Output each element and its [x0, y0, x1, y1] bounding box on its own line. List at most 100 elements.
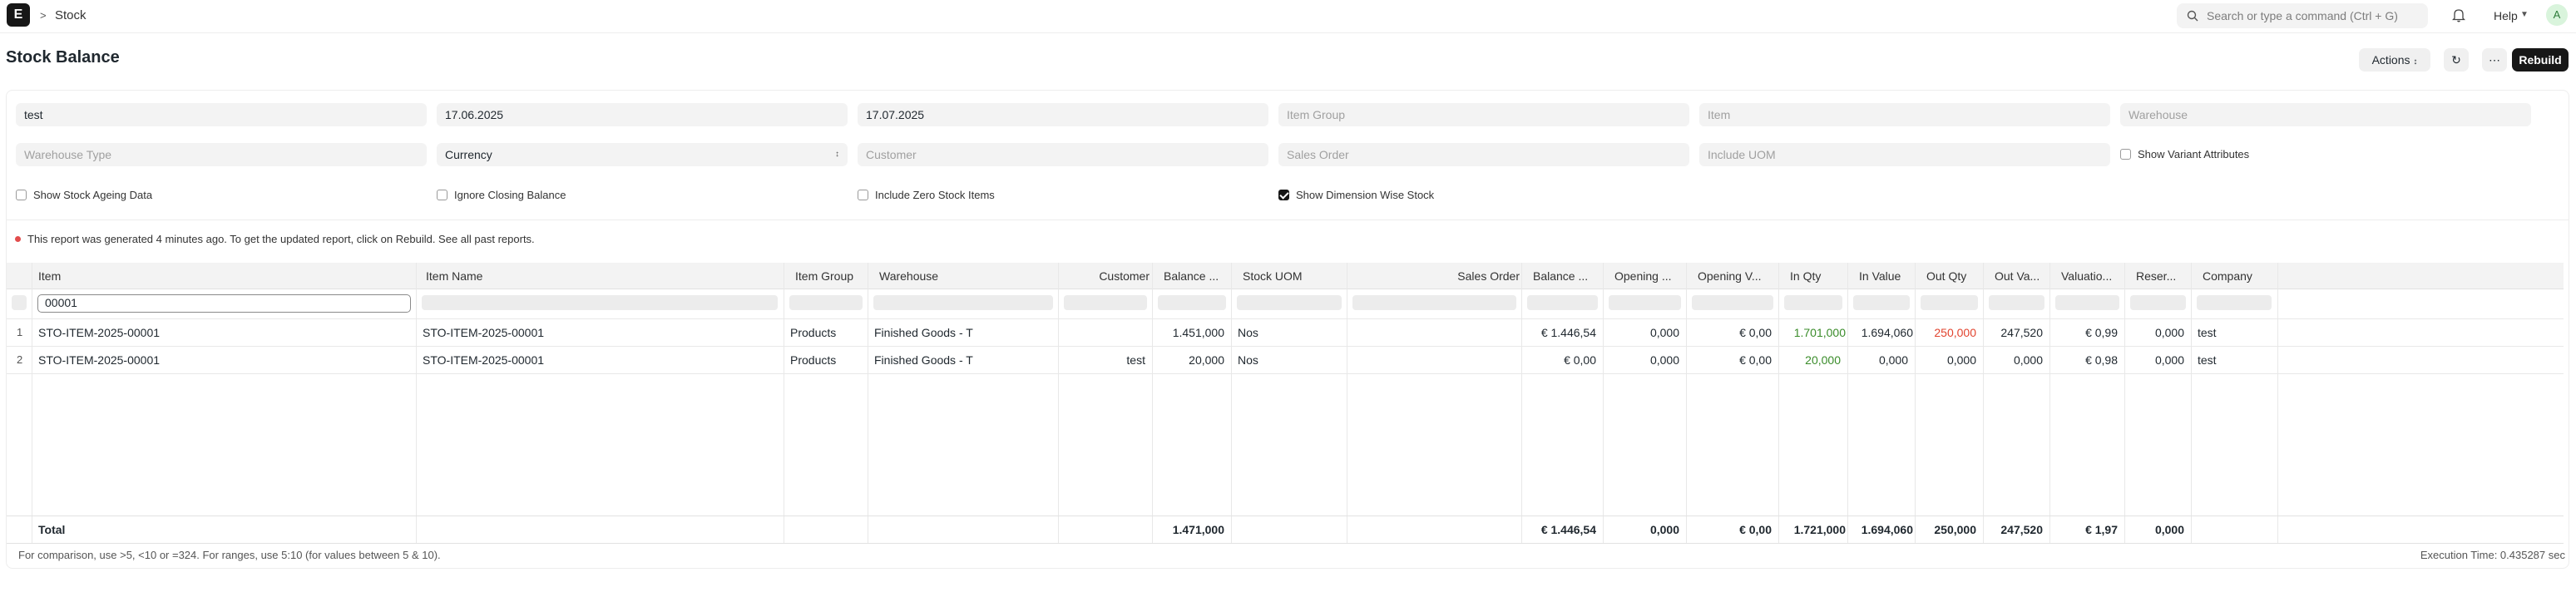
- cell-item-group[interactable]: Products: [784, 319, 867, 346]
- checkbox-box[interactable]: [2120, 149, 2131, 160]
- cell-balance-qty[interactable]: 1.451,000: [1152, 319, 1231, 346]
- cell-customer[interactable]: [1058, 319, 1152, 346]
- table-row[interactable]: 2 STO-ITEM-2025-00001 STO-ITEM-2025-0000…: [7, 347, 2564, 374]
- col-header-in-qty[interactable]: In Qty: [1783, 263, 1853, 289]
- item-name-filter[interactable]: [422, 295, 778, 310]
- col-header-warehouse[interactable]: Warehouse: [873, 263, 1056, 289]
- col-header-balance-value[interactable]: Balance ...: [1526, 263, 1609, 289]
- stock-uom-filter[interactable]: [1237, 295, 1342, 310]
- cell-in-qty[interactable]: 20,000: [1778, 347, 1847, 373]
- include-zero-stock-checkbox[interactable]: Include Zero Stock Items: [858, 189, 995, 202]
- include-uom-field[interactable]: Include UOM: [1699, 143, 2110, 166]
- balance-qty-filter[interactable]: [1158, 295, 1226, 310]
- item-field[interactable]: Item: [1699, 103, 2110, 126]
- cell-sales-order[interactable]: [1347, 319, 1521, 346]
- cell-item[interactable]: STO-ITEM-2025-00001: [32, 347, 414, 373]
- show-stock-ageing-checkbox[interactable]: Show Stock Ageing Data: [16, 189, 152, 202]
- cell-opening-value[interactable]: € 0,00: [1686, 347, 1778, 373]
- show-variant-attributes-checkbox[interactable]: Show Variant Attributes: [2120, 148, 2249, 161]
- col-header-out-value[interactable]: Out Va...: [1988, 263, 2054, 289]
- col-header-item-name[interactable]: Item Name: [419, 263, 602, 289]
- search-bar[interactable]: Search or type a command (Ctrl + G): [2177, 3, 2428, 28]
- ignore-closing-balance-checkbox[interactable]: Ignore Closing Balance: [437, 189, 566, 202]
- cell-in-value[interactable]: 0,000: [1847, 347, 1915, 373]
- from-date-field[interactable]: 17.06.2025: [437, 103, 848, 126]
- cell-customer[interactable]: test: [1058, 347, 1152, 373]
- col-header-out-qty[interactable]: Out Qty: [1920, 263, 1986, 289]
- col-header-opening-value[interactable]: Opening V...: [1691, 263, 1782, 289]
- in-value-filter[interactable]: [1853, 295, 1910, 310]
- currency-select[interactable]: Currency ↕: [437, 143, 848, 166]
- cell-opening-value[interactable]: € 0,00: [1686, 319, 1778, 346]
- out-value-filter[interactable]: [1989, 295, 2044, 310]
- col-header-item[interactable]: Item: [32, 263, 215, 289]
- cell-out-value[interactable]: 0,000: [1983, 347, 2049, 373]
- notification-bell-icon[interactable]: [2452, 7, 2465, 22]
- app-logo[interactable]: E: [7, 3, 30, 27]
- cell-valuation-rate[interactable]: € 0,99: [2049, 319, 2124, 346]
- more-button[interactable]: ⋯: [2482, 48, 2507, 72]
- col-header-item-group[interactable]: Item Group: [789, 263, 872, 289]
- actions-button[interactable]: Actions ↕: [2359, 48, 2430, 72]
- warehouse-field[interactable]: Warehouse: [2120, 103, 2531, 126]
- cell-opening-qty[interactable]: 0,000: [1603, 319, 1686, 346]
- cell-balance-qty[interactable]: 20,000: [1152, 347, 1231, 373]
- cell-warehouse[interactable]: Finished Goods - T: [868, 347, 1057, 373]
- cell-stock-uom[interactable]: Nos: [1231, 347, 1347, 373]
- in-qty-filter[interactable]: [1784, 295, 1842, 310]
- col-header-valuation-rate[interactable]: Valuatio...: [2054, 263, 2129, 289]
- cell-out-qty[interactable]: 0,000: [1915, 347, 1983, 373]
- cell-out-value[interactable]: 247,520: [1983, 319, 2049, 346]
- col-header-opening-qty[interactable]: Opening ...: [1608, 263, 1691, 289]
- sales-order-field[interactable]: Sales Order: [1278, 143, 1689, 166]
- customer-filter[interactable]: [1064, 295, 1147, 310]
- cell-balance-value[interactable]: € 0,00: [1521, 347, 1603, 373]
- breadcrumb-stock[interactable]: Stock: [55, 8, 87, 22]
- cell-stock-uom[interactable]: Nos: [1231, 319, 1347, 346]
- cell-item-name[interactable]: STO-ITEM-2025-00001: [416, 347, 782, 373]
- opening-qty-filter[interactable]: [1609, 295, 1681, 310]
- cell-valuation-rate[interactable]: € 0,98: [2049, 347, 2124, 373]
- cell-warehouse[interactable]: Finished Goods - T: [868, 319, 1057, 346]
- row-check-filter[interactable]: [12, 295, 27, 310]
- cell-item-group[interactable]: Products: [784, 347, 867, 373]
- cell-sales-order[interactable]: [1347, 347, 1521, 373]
- valuation-rate-filter[interactable]: [2055, 295, 2119, 310]
- refresh-button[interactable]: ↻: [2444, 48, 2469, 72]
- balance-value-filter[interactable]: [1527, 295, 1598, 310]
- warehouse-type-field[interactable]: Warehouse Type: [16, 143, 427, 166]
- cell-balance-value[interactable]: € 1.446,54: [1521, 319, 1603, 346]
- checkbox-box-checked[interactable]: [1278, 190, 1289, 200]
- cell-opening-qty[interactable]: 0,000: [1603, 347, 1686, 373]
- warehouse-filter[interactable]: [873, 295, 1053, 310]
- avatar[interactable]: A: [2546, 4, 2568, 26]
- show-dimension-wise-checkbox[interactable]: Show Dimension Wise Stock: [1278, 189, 1434, 202]
- checkbox-box[interactable]: [437, 190, 447, 200]
- col-header-stock-uom[interactable]: Stock UOM: [1236, 263, 1352, 289]
- help-menu[interactable]: Help: [2494, 9, 2518, 22]
- company-filter[interactable]: [2197, 295, 2272, 310]
- sales-order-filter[interactable]: [1352, 295, 1516, 310]
- item-group-field[interactable]: Item Group: [1278, 103, 1689, 126]
- out-qty-filter[interactable]: [1921, 295, 1978, 310]
- customer-field[interactable]: Customer: [858, 143, 1268, 166]
- col-header-reserved[interactable]: Reser...: [2129, 263, 2199, 289]
- cell-item[interactable]: STO-ITEM-2025-00001: [32, 319, 414, 346]
- cell-in-value[interactable]: 1.694,060: [1847, 319, 1915, 346]
- cell-in-qty[interactable]: 1.701,000: [1778, 319, 1847, 346]
- cell-reserved[interactable]: 0,000: [2124, 319, 2191, 346]
- opening-value-filter[interactable]: [1692, 295, 1773, 310]
- item-filter-input[interactable]: 00001: [37, 294, 411, 313]
- col-header-in-value[interactable]: In Value: [1852, 263, 1919, 289]
- rebuild-button[interactable]: Rebuild: [2512, 48, 2569, 72]
- col-header-balance-qty[interactable]: Balance ...: [1157, 263, 1240, 289]
- cell-out-qty[interactable]: 250,000: [1915, 319, 1983, 346]
- table-row[interactable]: 1 STO-ITEM-2025-00001 STO-ITEM-2025-0000…: [7, 319, 2564, 347]
- col-header-sales-order[interactable]: Sales Order: [1352, 263, 1526, 289]
- cell-item-name[interactable]: STO-ITEM-2025-00001: [416, 319, 782, 346]
- cell-company[interactable]: test: [2191, 347, 2277, 373]
- reserved-filter[interactable]: [2130, 295, 2186, 310]
- cell-company[interactable]: test: [2191, 319, 2277, 346]
- col-header-customer[interactable]: Customer: [1063, 263, 1156, 289]
- cell-reserved[interactable]: 0,000: [2124, 347, 2191, 373]
